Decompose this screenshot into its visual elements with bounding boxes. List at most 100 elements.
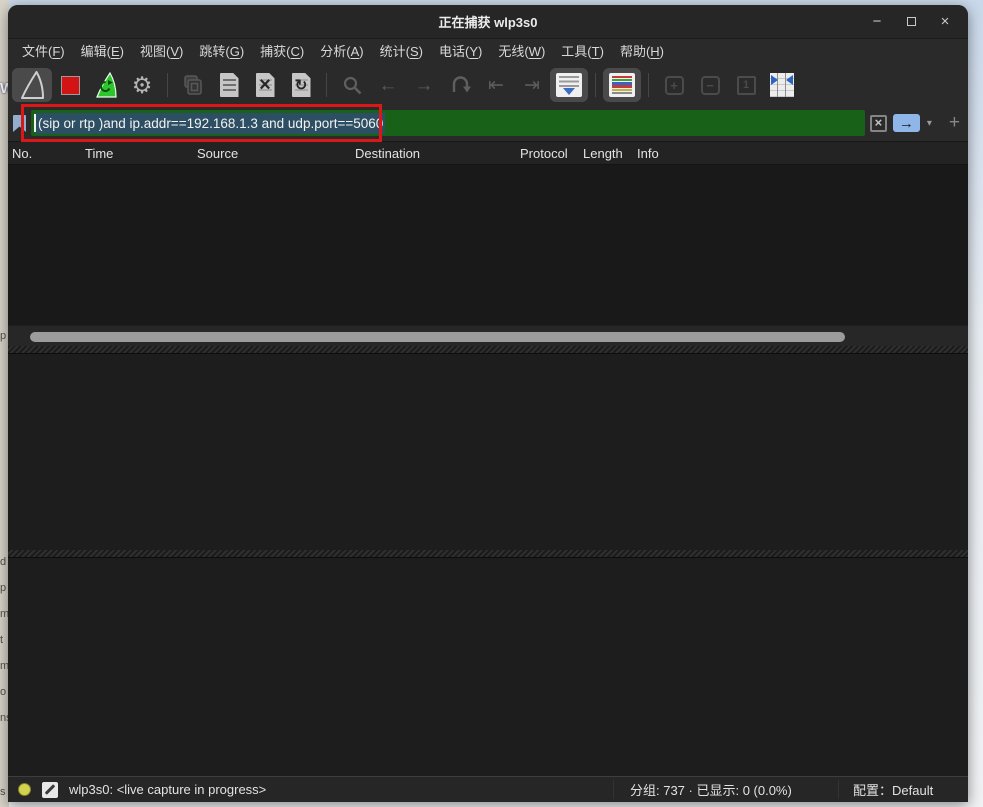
search-icon	[342, 75, 363, 96]
filter-dropdown-caret[interactable]: ▾	[927, 118, 932, 129]
packet-list-pane	[8, 165, 968, 325]
packet-details-pane	[8, 353, 968, 550]
auto-scroll-button[interactable]	[550, 68, 588, 102]
add-filter-button[interactable]: +	[949, 112, 960, 134]
resize-columns-button[interactable]	[764, 68, 800, 102]
normal-size-icon: 1	[737, 76, 756, 95]
display-filter-bar: (sip or rtp )and ip.addr==192.168.1.3 an…	[8, 105, 968, 141]
save-file-icon	[220, 73, 239, 97]
column-header-no[interactable]: No.	[8, 146, 85, 161]
restart-sharkfin-icon	[94, 72, 118, 98]
desktop-text-fragment: t	[0, 634, 3, 646]
capture-options-button[interactable]: ⚙	[124, 68, 160, 102]
auto-scroll-icon	[556, 73, 582, 97]
close-file-icon: ×	[256, 73, 275, 97]
minimize-button[interactable]: −	[870, 15, 884, 29]
bookmark-icon	[12, 114, 27, 133]
toolbar-separator	[595, 73, 596, 97]
menu-tools[interactable]: 工具(T)	[553, 39, 612, 65]
clear-filter-button[interactable]: ×	[870, 115, 887, 132]
go-forward-button[interactable]: →	[406, 68, 442, 102]
reload-file-icon: ↻	[292, 73, 311, 97]
first-packet-icon: ⇤	[488, 76, 504, 95]
resize-columns-icon	[770, 73, 794, 97]
maximize-button[interactable]	[904, 15, 918, 29]
packet-list-header: No. Time Source Destination Protocol Len…	[8, 141, 968, 165]
scrollbar-thumb[interactable]	[30, 332, 845, 342]
horizontal-scrollbar[interactable]	[8, 325, 968, 346]
menu-edit[interactable]: 编辑(E)	[73, 39, 132, 65]
column-header-info[interactable]: Info	[637, 146, 968, 161]
open-file-icon	[182, 75, 204, 96]
close-button[interactable]: ×	[938, 15, 952, 29]
menu-bar: 文件(F) 编辑(E) 视图(V) 跳转(G) 捕获(C) 分析(A) 统计(S…	[8, 38, 968, 65]
packet-count-text: 分组: 737 · 已显示: 0 (0.0%)	[613, 780, 838, 799]
desktop-text-fragment: p	[0, 582, 6, 594]
zoom-in-button[interactable]: +	[656, 68, 692, 102]
restart-capture-button[interactable]	[88, 68, 124, 102]
packet-bytes-pane	[8, 557, 968, 776]
start-capture-button[interactable]	[12, 68, 52, 102]
pane-splitter[interactable]	[8, 550, 968, 557]
colorize-icon	[609, 73, 635, 97]
gear-icon: ⚙	[132, 74, 153, 97]
menu-analyze[interactable]: 分析(A)	[312, 39, 371, 65]
apply-filter-button[interactable]: →	[893, 114, 920, 132]
go-to-packet-button[interactable]	[442, 68, 478, 102]
desktop-text-fragment: s	[0, 786, 6, 798]
normal-size-button[interactable]: 1	[728, 68, 764, 102]
menu-wireless[interactable]: 无线(W)	[490, 39, 553, 65]
desktop-text-fragment: o	[0, 686, 6, 698]
status-left-section: wlp3s0: <live capture in progress>	[8, 782, 613, 798]
column-header-source[interactable]: Source	[197, 146, 355, 161]
zoom-out-icon: −	[701, 76, 720, 95]
desktop-text-fragment: d	[0, 556, 6, 568]
open-file-button[interactable]	[175, 68, 211, 102]
window-controls: − ×	[870, 5, 952, 38]
filter-text-selected: (sip or rtp )and ip.addr==192.168.1.3 an…	[36, 113, 385, 134]
column-header-destination[interactable]: Destination	[355, 146, 520, 161]
toolbar-separator	[326, 73, 327, 97]
maximize-icon	[907, 17, 916, 26]
reload-file-button[interactable]: ↻	[283, 68, 319, 102]
menu-telephony[interactable]: 电话(Y)	[431, 39, 490, 65]
status-bar: wlp3s0: <live capture in progress> 分组: 7…	[8, 776, 968, 802]
profile-selector[interactable]: 配置：Default	[838, 780, 968, 799]
capture-status-text: wlp3s0: <live capture in progress>	[69, 782, 266, 797]
column-header-length[interactable]: Length	[583, 146, 637, 161]
toolbar-separator	[167, 73, 168, 97]
zoom-out-button[interactable]: −	[692, 68, 728, 102]
titlebar[interactable]: 正在捕获 wlp3s0 − ×	[8, 5, 968, 38]
last-packet-icon: ⇥	[524, 76, 540, 95]
last-packet-button[interactable]: ⇥	[514, 68, 550, 102]
main-toolbar: ⚙ × ↻ ←	[8, 65, 968, 105]
menu-statistics[interactable]: 统计(S)	[372, 39, 431, 65]
pane-splitter[interactable]	[8, 346, 968, 353]
goto-packet-icon	[449, 75, 471, 95]
menu-file[interactable]: 文件(F)	[14, 39, 73, 65]
display-filter-input[interactable]: (sip or rtp )and ip.addr==192.168.1.3 an…	[31, 110, 865, 136]
sharkfin-icon	[19, 71, 45, 99]
wireshark-window: 正在捕获 wlp3s0 − × 文件(F) 编辑(E) 视图(V) 跳转(G) …	[8, 5, 968, 802]
first-packet-button[interactable]: ⇤	[478, 68, 514, 102]
column-header-time[interactable]: Time	[85, 146, 197, 161]
menu-view[interactable]: 视图(V)	[132, 39, 191, 65]
desktop-text-fragment: p	[0, 330, 6, 342]
toolbar-separator	[648, 73, 649, 97]
menu-capture[interactable]: 捕获(C)	[252, 39, 312, 65]
menu-help[interactable]: 帮助(H)	[612, 39, 672, 65]
menu-go[interactable]: 跳转(G)	[191, 39, 252, 65]
back-arrow-icon: ←	[379, 76, 398, 95]
go-back-button[interactable]: ←	[370, 68, 406, 102]
column-header-protocol[interactable]: Protocol	[520, 146, 583, 161]
save-file-button[interactable]	[211, 68, 247, 102]
find-packet-button[interactable]	[334, 68, 370, 102]
expert-info-icon[interactable]	[18, 783, 31, 796]
close-file-button[interactable]: ×	[247, 68, 283, 102]
window-title: 正在捕获 wlp3s0	[439, 12, 538, 31]
stop-icon	[61, 76, 80, 95]
filter-bookmark-button[interactable]	[12, 113, 28, 133]
capture-comment-icon[interactable]	[42, 782, 58, 798]
colorize-button[interactable]	[603, 68, 641, 102]
stop-capture-button[interactable]	[52, 68, 88, 102]
